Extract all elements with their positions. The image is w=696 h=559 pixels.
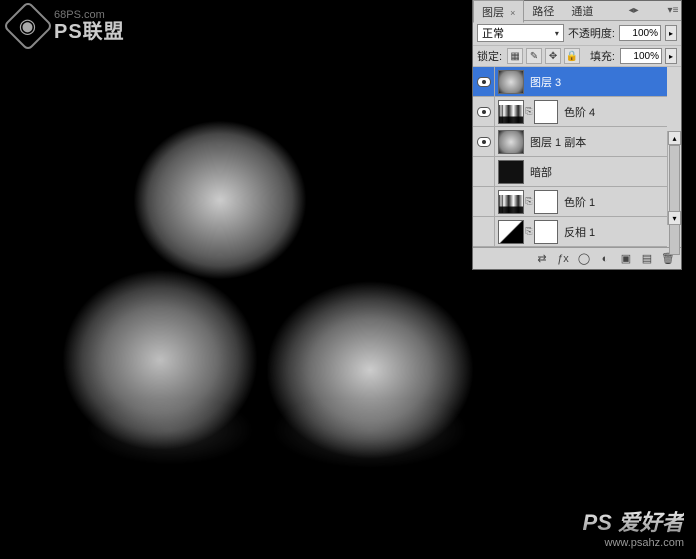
ice-reflection: [40, 400, 520, 530]
scroll-down-button[interactable]: ▾: [668, 211, 681, 225]
layer-name[interactable]: 反相 1: [564, 224, 667, 240]
layers-panel: 图层 × 路径 通道 ◂▸ ▾≡ 正常 ▾ 不透明度: 100% ▸ 锁定: ▦…: [472, 0, 682, 270]
layer-item-levels1[interactable]: ⎘ 色阶 1: [473, 187, 667, 217]
new-layer-icon[interactable]: ▤: [638, 251, 656, 267]
fill-input[interactable]: 100%: [620, 48, 662, 64]
tab-channels[interactable]: 通道: [563, 0, 602, 21]
watermark-url: 68PS.com: [54, 9, 125, 21]
layer-item-dark[interactable]: 暗部: [473, 157, 667, 187]
close-icon: ×: [510, 8, 515, 18]
layer-item-copy1[interactable]: 图层 1 副本: [473, 127, 667, 157]
watermark-bottom-right: PS 爱好者 www.psahz.com: [583, 505, 684, 549]
lock-label: 锁定:: [477, 48, 502, 64]
layer-thumbnail[interactable]: [498, 70, 524, 94]
panel-menu-icon[interactable]: ▾≡: [665, 5, 681, 16]
visibility-toggle[interactable]: [473, 187, 495, 216]
blend-opacity-row: 正常 ▾ 不透明度: 100% ▸: [473, 21, 681, 46]
layer-mask-thumbnail[interactable]: [534, 100, 558, 124]
panel-tab-bar: 图层 × 路径 通道 ◂▸ ▾≡: [473, 1, 681, 21]
watermark-url-2: www.psahz.com: [583, 537, 684, 549]
tab-paths[interactable]: 路径: [524, 0, 563, 21]
lock-position-icon[interactable]: ✥: [545, 48, 561, 64]
layer-item-invert1[interactable]: ⎘ 反相 1: [473, 217, 667, 247]
layer-thumbnail[interactable]: [498, 130, 524, 154]
watermark-top-left: ◉ 68PS.com PS联盟: [10, 8, 125, 44]
lock-fill-row: 锁定: ▦ ✎ ✥ 🔒 填充: 100% ▸: [473, 46, 681, 67]
layer-thumbnail[interactable]: [498, 160, 524, 184]
layer-name[interactable]: 色阶 1: [564, 194, 667, 210]
opacity-input[interactable]: 100%: [619, 25, 661, 41]
visibility-toggle[interactable]: [473, 97, 495, 126]
lock-pixels-icon[interactable]: ✎: [526, 48, 542, 64]
mask-link-icon: ⎘: [524, 190, 534, 214]
adjustment-thumbnail[interactable]: [498, 220, 524, 244]
mask-link-icon: ⎘: [524, 100, 534, 124]
layer-name[interactable]: 暗部: [530, 164, 667, 180]
lock-transparency-icon[interactable]: ▦: [507, 48, 523, 64]
layer-name[interactable]: 图层 3: [530, 74, 667, 90]
tab-channels-label: 通道: [571, 6, 593, 18]
tab-layers-label: 图层: [482, 7, 504, 19]
panel-collapse-icon[interactable]: ◂▸: [627, 5, 641, 16]
opacity-value: 100%: [632, 28, 658, 39]
eye-icon: [477, 137, 491, 147]
fill-stepper[interactable]: ▸: [665, 48, 677, 64]
visibility-toggle[interactable]: [473, 127, 495, 156]
ps-logo-icon: ◉: [3, 1, 54, 52]
scroll-thumb[interactable]: [669, 145, 680, 255]
link-layers-icon[interactable]: ⇄: [533, 251, 551, 267]
blend-mode-dropdown[interactable]: 正常 ▾: [477, 24, 564, 42]
lock-all-icon[interactable]: 🔒: [564, 48, 580, 64]
chevron-down-icon: ▾: [555, 29, 559, 38]
layer-scrollbar[interactable]: ▴ ▾: [667, 131, 681, 225]
eye-icon: [477, 107, 491, 117]
watermark-brand-2: PS 爱好者: [583, 505, 684, 537]
layer-item-3[interactable]: 图层 3: [473, 67, 667, 97]
blend-mode-value: 正常: [482, 25, 504, 41]
mask-link-icon: ⎘: [524, 220, 534, 244]
tab-layers[interactable]: 图层 ×: [473, 0, 524, 23]
watermark-brand: PS联盟: [54, 21, 125, 43]
panel-footer: ⇄ ƒx ◯ ◐ ▣ ▤ 🗑: [473, 247, 681, 269]
layer-list: 图层 3 ⎘ 色阶 4 图层 1 副本 暗部 ⎘ 色阶 1: [473, 67, 681, 247]
layer-mask-thumbnail[interactable]: [534, 220, 558, 244]
group-icon[interactable]: ▣: [617, 251, 635, 267]
scroll-up-button[interactable]: ▴: [668, 131, 681, 145]
layer-item-levels4[interactable]: ⎘ 色阶 4: [473, 97, 667, 127]
opacity-stepper[interactable]: ▸: [665, 25, 677, 41]
fill-value: 100%: [633, 51, 659, 62]
visibility-toggle[interactable]: [473, 67, 495, 96]
adjustment-thumbnail[interactable]: [498, 100, 524, 124]
layer-name[interactable]: 图层 1 副本: [530, 134, 667, 150]
layer-mask-thumbnail[interactable]: [534, 190, 558, 214]
visibility-toggle[interactable]: [473, 217, 495, 246]
layer-style-icon[interactable]: ƒx: [554, 251, 572, 267]
adjustment-thumbnail[interactable]: [498, 190, 524, 214]
adjustment-layer-icon[interactable]: ◐: [596, 251, 614, 267]
fill-label: 填充:: [590, 48, 615, 64]
layer-mask-icon[interactable]: ◯: [575, 251, 593, 267]
eye-icon: [477, 77, 491, 87]
opacity-label: 不透明度:: [568, 25, 615, 41]
layer-name[interactable]: 色阶 4: [564, 104, 667, 120]
visibility-toggle[interactable]: [473, 157, 495, 186]
tab-paths-label: 路径: [532, 6, 554, 18]
